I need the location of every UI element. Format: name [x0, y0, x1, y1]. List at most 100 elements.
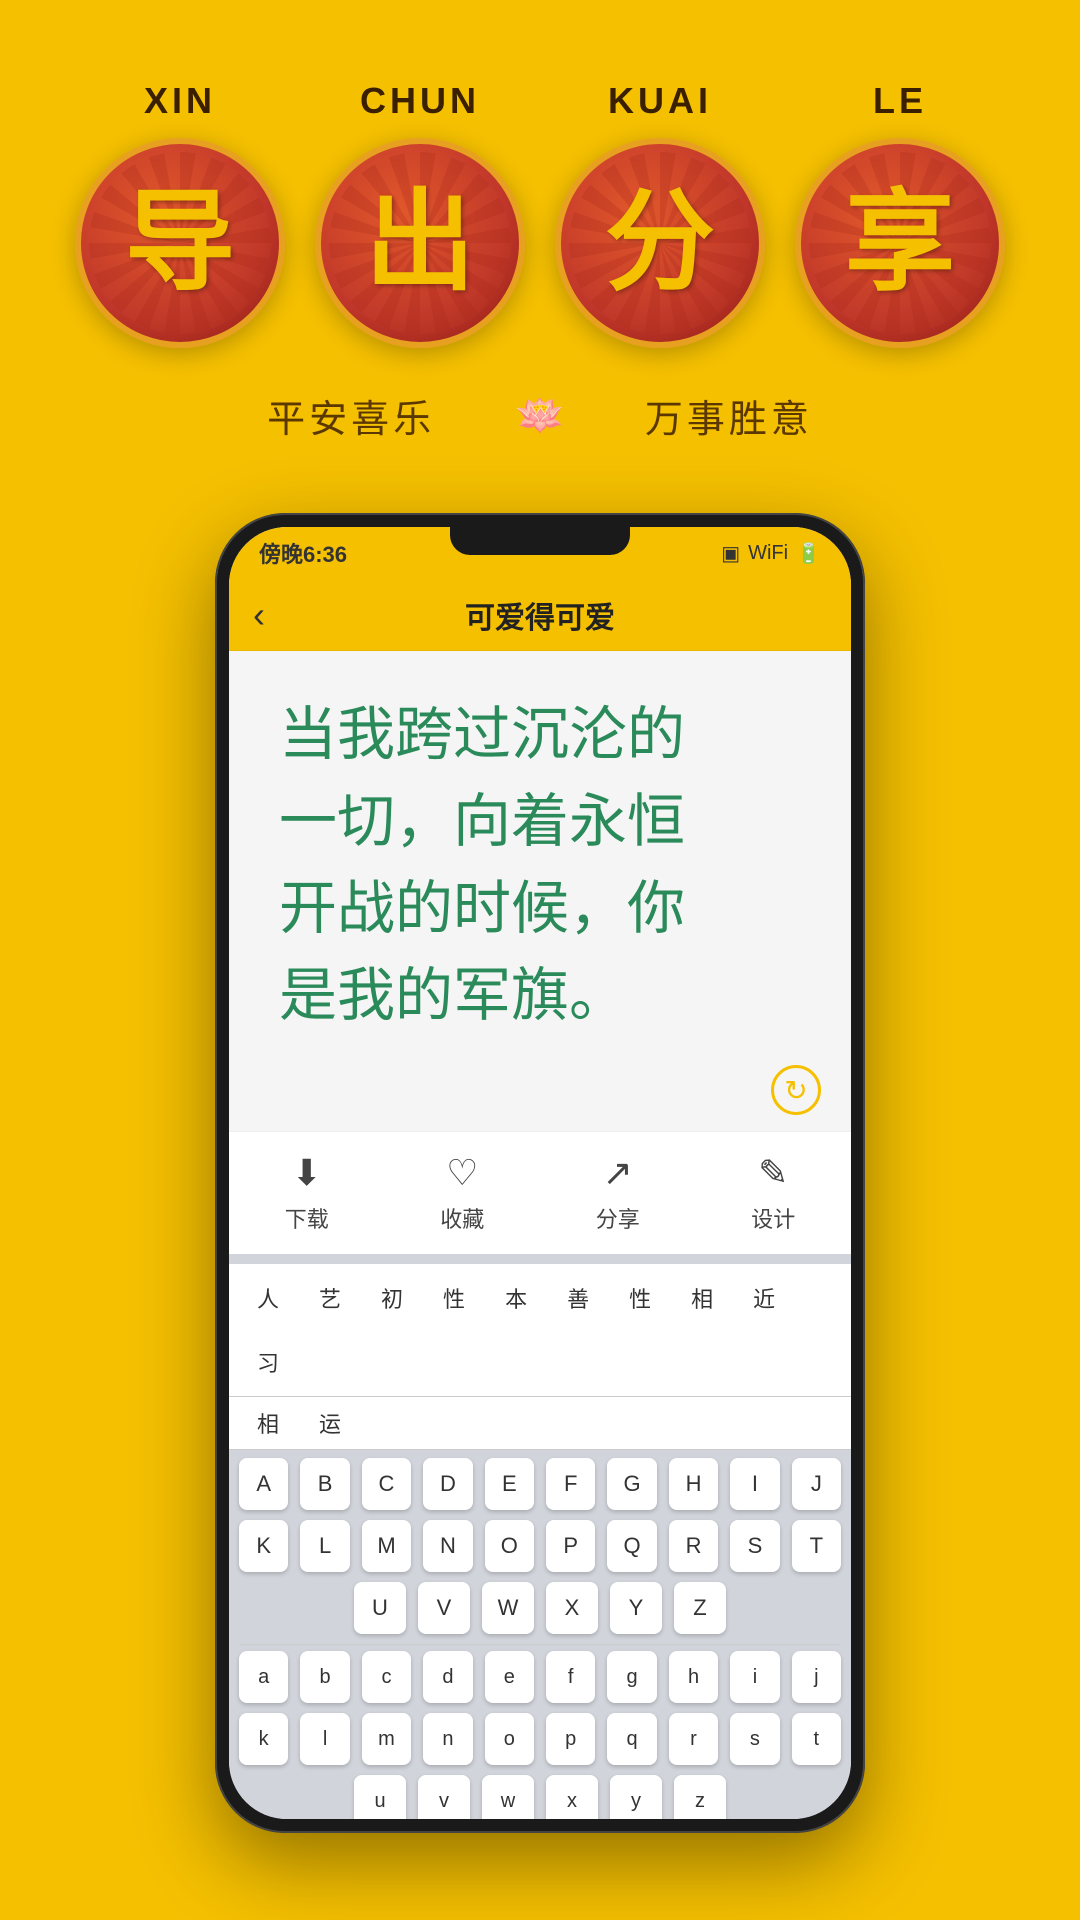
key-P[interactable]: P — [546, 1520, 595, 1572]
key-y[interactable]: y — [610, 1775, 662, 1819]
char-item-kuai: KUAI 分 — [555, 80, 765, 348]
key-M[interactable]: M — [362, 1520, 411, 1572]
back-button[interactable]: ‹ — [253, 594, 265, 636]
top-banner: XIN 导 CHUN 出 KUAI 分 LE 享 平安喜乐 — [0, 0, 1080, 483]
suggestion-7[interactable]: 相 — [683, 1278, 721, 1318]
suggestion-6[interactable]: 性 — [621, 1278, 659, 1318]
favorite-label: 收藏 — [440, 1202, 484, 1234]
key-o[interactable]: o — [485, 1713, 534, 1765]
suggestion-5[interactable]: 善 — [559, 1278, 597, 1318]
char-chinese-xin: 导 — [125, 188, 235, 298]
key-F[interactable]: F — [546, 1458, 595, 1510]
subtitle-right: 万事胜意 — [645, 388, 813, 443]
key-b[interactable]: b — [300, 1651, 349, 1703]
key-row-upper2: K L M N O P Q R S T — [239, 1520, 841, 1572]
download-label: 下载 — [285, 1202, 329, 1234]
char-label-le: LE — [873, 80, 927, 122]
key-E[interactable]: E — [485, 1458, 534, 1510]
key-n[interactable]: n — [423, 1713, 472, 1765]
keyboard-area: 人 艺 初 性 本 善 性 相 近 习 相 运 — [229, 1254, 851, 1819]
suggestion-2[interactable]: 初 — [373, 1278, 411, 1318]
char-label-chun: CHUN — [360, 80, 480, 122]
favorite-button[interactable]: ♡ 收藏 — [440, 1152, 484, 1234]
key-W[interactable]: W — [482, 1582, 534, 1634]
char-label-kuai: KUAI — [608, 80, 712, 122]
char-label-xin: XIN — [144, 80, 216, 122]
key-row-lower1: a b c d e f g h i j — [239, 1651, 841, 1703]
key-V[interactable]: V — [418, 1582, 470, 1634]
design-button[interactable]: ✎ 设计 — [751, 1152, 795, 1234]
key-R[interactable]: R — [669, 1520, 718, 1572]
suggestion-9[interactable]: 习 — [249, 1342, 287, 1382]
key-t[interactable]: t — [792, 1713, 841, 1765]
download-button[interactable]: ⬇ 下载 — [285, 1152, 329, 1234]
key-O[interactable]: O — [485, 1520, 534, 1572]
key-Z[interactable]: Z — [674, 1582, 726, 1634]
key-c[interactable]: c — [362, 1651, 411, 1703]
suggestion-4[interactable]: 本 — [497, 1278, 535, 1318]
char-circle-le: 享 — [795, 138, 1005, 348]
key-u[interactable]: u — [354, 1775, 406, 1819]
suggestion-s1[interactable]: 相 — [249, 1403, 287, 1443]
key-a[interactable]: a — [239, 1651, 288, 1703]
key-z[interactable]: z — [674, 1775, 726, 1819]
char-chinese-le: 享 — [845, 188, 955, 298]
key-Y[interactable]: Y — [610, 1582, 662, 1634]
share-button[interactable]: ↗ 分享 — [596, 1152, 640, 1234]
action-bar: ⬇ 下载 ♡ 收藏 ↗ 分享 ✎ 设计 — [229, 1131, 851, 1254]
char-item-le: LE 享 — [795, 80, 1005, 348]
phone-mockup: 傍晚6:36 ▣ WiFi 🔋 ‹ 可爱得可爱 当我跨过沉沦的一切，向着永恒开战… — [215, 513, 865, 1833]
key-S[interactable]: S — [730, 1520, 779, 1572]
phone-section: 傍晚6:36 ▣ WiFi 🔋 ‹ 可爱得可爱 当我跨过沉沦的一切，向着永恒开战… — [0, 513, 1080, 1873]
key-m[interactable]: m — [362, 1713, 411, 1765]
suggestion-s2[interactable]: 运 — [311, 1403, 349, 1443]
key-J[interactable]: J — [792, 1458, 841, 1510]
key-w[interactable]: w — [482, 1775, 534, 1819]
key-D[interactable]: D — [423, 1458, 472, 1510]
key-x[interactable]: x — [546, 1775, 598, 1819]
suggestion-0[interactable]: 人 — [249, 1278, 287, 1318]
lotus-icon: 🪷 — [515, 392, 565, 439]
download-icon: ⬇ — [292, 1152, 322, 1194]
suggestion-1[interactable]: 艺 — [311, 1278, 349, 1318]
key-q[interactable]: q — [607, 1713, 656, 1765]
key-I[interactable]: I — [730, 1458, 779, 1510]
key-h[interactable]: h — [669, 1651, 718, 1703]
phone-screen: 傍晚6:36 ▣ WiFi 🔋 ‹ 可爱得可爱 当我跨过沉沦的一切，向着永恒开战… — [229, 527, 851, 1819]
key-l[interactable]: l — [300, 1713, 349, 1765]
key-H[interactable]: H — [669, 1458, 718, 1510]
key-k[interactable]: k — [239, 1713, 288, 1765]
key-d[interactable]: d — [423, 1651, 472, 1703]
share-label: 分享 — [596, 1202, 640, 1234]
key-s[interactable]: s — [730, 1713, 779, 1765]
characters-row: XIN 导 CHUN 出 KUAI 分 LE 享 — [75, 80, 1005, 348]
design-icon: ✎ — [758, 1152, 788, 1194]
suggestion-8[interactable]: 近 — [745, 1278, 783, 1318]
key-T[interactable]: T — [792, 1520, 841, 1572]
key-row-lower3: u v w x y z — [239, 1775, 841, 1819]
char-item-chun: CHUN 出 — [315, 80, 525, 348]
subtitle-row: 平安喜乐 🪷 万事胜意 — [40, 388, 1040, 443]
key-Q[interactable]: Q — [607, 1520, 656, 1572]
suggestion-3[interactable]: 性 — [435, 1278, 473, 1318]
key-B[interactable]: B — [300, 1458, 349, 1510]
key-X[interactable]: X — [546, 1582, 598, 1634]
key-U[interactable]: U — [354, 1582, 406, 1634]
key-v[interactable]: v — [418, 1775, 470, 1819]
key-f[interactable]: f — [546, 1651, 595, 1703]
key-L[interactable]: L — [300, 1520, 349, 1572]
key-i[interactable]: i — [730, 1651, 779, 1703]
key-p[interactable]: p — [546, 1713, 595, 1765]
key-A[interactable]: A — [239, 1458, 288, 1510]
key-C[interactable]: C — [362, 1458, 411, 1510]
key-e[interactable]: e — [485, 1651, 534, 1703]
key-r[interactable]: r — [669, 1713, 718, 1765]
key-row-upper3: U V W X Y Z — [239, 1582, 841, 1634]
key-K[interactable]: K — [239, 1520, 288, 1572]
refresh-button[interactable]: ↻ — [771, 1065, 821, 1115]
key-g[interactable]: g — [607, 1651, 656, 1703]
key-j[interactable]: j — [792, 1651, 841, 1703]
key-N[interactable]: N — [423, 1520, 472, 1572]
key-G[interactable]: G — [607, 1458, 656, 1510]
main-text: 当我跨过沉沦的一切，向着永恒开战的时候，你是我的军旗。 — [279, 691, 801, 1039]
